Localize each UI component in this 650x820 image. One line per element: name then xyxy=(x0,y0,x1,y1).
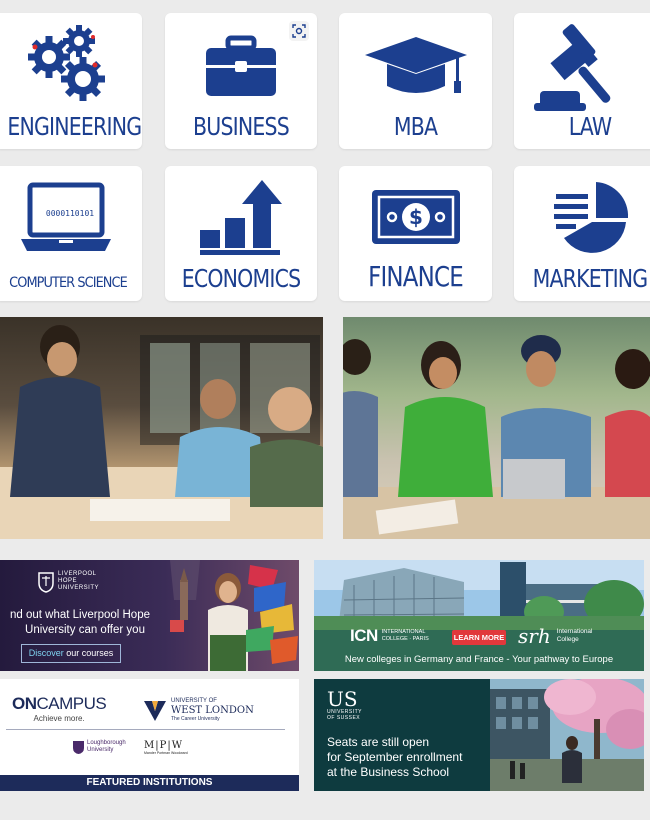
icn-tagline: New colleges in Germany and France - You… xyxy=(344,654,614,665)
category-law[interactable]: LAW xyxy=(514,13,650,149)
diverse-students-photo xyxy=(343,317,650,539)
headline-line: Seats are still open xyxy=(327,735,430,749)
uwl-logo: UNIVERSITY OF WEST LONDON The Career Uni… xyxy=(144,697,254,724)
lboro-line: University xyxy=(87,747,114,753)
students-study-illustration xyxy=(0,325,323,539)
headline-line: nd out what Liverpool Hope xyxy=(9,609,150,621)
laptop-icon xyxy=(21,182,111,251)
loughborough-logo: Loughborough University xyxy=(73,740,126,754)
mpw-logo: M|P|W Mander Portman Woodward xyxy=(144,740,188,755)
sussex-logo-text: US xyxy=(327,687,358,711)
category-label: FINANCE xyxy=(368,260,464,293)
oncampus-sub: Achieve more. xyxy=(33,714,85,723)
svg-text:$: $ xyxy=(409,205,423,229)
srh-logo: srh International College xyxy=(518,624,593,648)
category-marketing[interactable]: MARKETING xyxy=(514,166,650,301)
divider xyxy=(6,729,285,730)
uwl-line: The Career University xyxy=(171,716,220,722)
cta-prefix: Discover xyxy=(28,648,64,658)
featured-institutions-bar: FEATURED INSTITUTIONS xyxy=(0,775,299,791)
category-mba[interactable]: MBA xyxy=(339,13,492,149)
gavel-icon xyxy=(534,24,611,111)
campus-blossom-illustration xyxy=(490,679,644,791)
category-business[interactable]: BUSINESS xyxy=(165,13,317,149)
category-label: MBA xyxy=(393,112,438,141)
liverpool-hope-logo: LIVERPOOL HOPE UNIVERSITY xyxy=(38,571,99,593)
mpw-sub: Mander Portman Woodward xyxy=(144,751,188,755)
category-label: LAW xyxy=(568,112,612,141)
category-label: ENGINEERING xyxy=(7,112,142,141)
banknote-icon: $ xyxy=(371,190,460,244)
student-with-flags-illustration xyxy=(170,560,298,671)
graduation-cap-icon xyxy=(364,37,467,93)
icn-logo: ICN INTERNATIONAL COLLEGE · PARIS xyxy=(350,626,429,646)
discover-courses-button[interactable]: Discover our courses xyxy=(21,644,121,663)
oncampus-logo: ONCAMPUS Achieve more. xyxy=(12,694,107,724)
sussex-logo: US UNIVERSITY OF SUSSEX xyxy=(327,689,362,721)
diverse-students-illustration xyxy=(343,335,650,539)
cta-suffix: our courses xyxy=(63,648,114,658)
category-engineering[interactable]: ENGINEERING xyxy=(0,13,142,149)
bar-chart-arrow-icon xyxy=(200,180,282,255)
oncampus-campus: CAMPUS xyxy=(36,694,107,713)
oncampus-banner[interactable]: ONCAMPUS Achieve more. UNIVERSITY OF WES… xyxy=(0,679,299,791)
logo-line: LIVERPOOL xyxy=(58,571,97,577)
binary-digits: 0000110101 xyxy=(45,209,95,218)
lboro-line: Loughborough xyxy=(87,740,126,746)
srh-logo-sub: International xyxy=(556,628,593,635)
headline-line: at the Business School xyxy=(327,765,450,779)
logo-line: HOPE xyxy=(58,578,78,584)
category-economics[interactable]: ECONOMICS xyxy=(165,166,317,301)
loughborough-crest-icon xyxy=(73,740,84,754)
sussex-headline: Seats are still open for September enrol… xyxy=(327,735,462,780)
mpw-text: M|P|W xyxy=(144,740,183,751)
srh-logo-text: srh xyxy=(518,624,551,648)
category-label: MARKETING xyxy=(532,264,649,293)
category-label: BUSINESS xyxy=(193,112,290,141)
campus-buildings-illustration xyxy=(314,560,644,630)
learn-more-button[interactable]: LEARN MORE xyxy=(452,630,506,645)
headline-line: for September enrollment xyxy=(327,750,463,764)
uwl-v-icon xyxy=(144,700,166,721)
category-label: COMPUTER SCIENCE xyxy=(9,275,128,291)
students-study-photo xyxy=(0,317,323,539)
liverpool-hope-banner[interactable]: LIVERPOOL HOPE UNIVERSITY nd out what Li… xyxy=(0,560,299,671)
icn-srh-banner[interactable]: ICN INTERNATIONAL COLLEGE · PARIS LEARN … xyxy=(314,560,644,671)
headline-line: University can offer you xyxy=(25,624,145,636)
gears-icon xyxy=(28,25,105,101)
category-computer-science[interactable]: 0000110101 COMPUTER SCIENCE xyxy=(0,166,142,301)
icn-logo-sub: INTERNATIONAL xyxy=(381,629,426,635)
category-finance[interactable]: $ FINANCE xyxy=(339,166,492,301)
sussex-logo-sub: OF SUSSEX xyxy=(327,715,361,721)
oncampus-on: ON xyxy=(12,694,37,713)
category-label: ECONOMICS xyxy=(181,264,301,293)
pie-chart-icon xyxy=(554,182,629,253)
uwl-line: WEST LONDON xyxy=(171,705,254,716)
logo-line: UNIVERSITY xyxy=(58,585,100,591)
crest-icon xyxy=(38,572,54,593)
sussex-business-school-banner[interactable]: US UNIVERSITY OF SUSSEX Seats are still … xyxy=(314,679,644,791)
banner-headline: nd out what Liverpool Hope University ca… xyxy=(0,608,170,638)
icn-logo-sub: COLLEGE · PARIS xyxy=(381,636,429,642)
visual-search-icon[interactable] xyxy=(289,21,309,41)
icn-logo-text: ICN xyxy=(350,626,378,645)
srh-logo-sub: College xyxy=(556,636,579,643)
briefcase-icon xyxy=(206,35,276,96)
